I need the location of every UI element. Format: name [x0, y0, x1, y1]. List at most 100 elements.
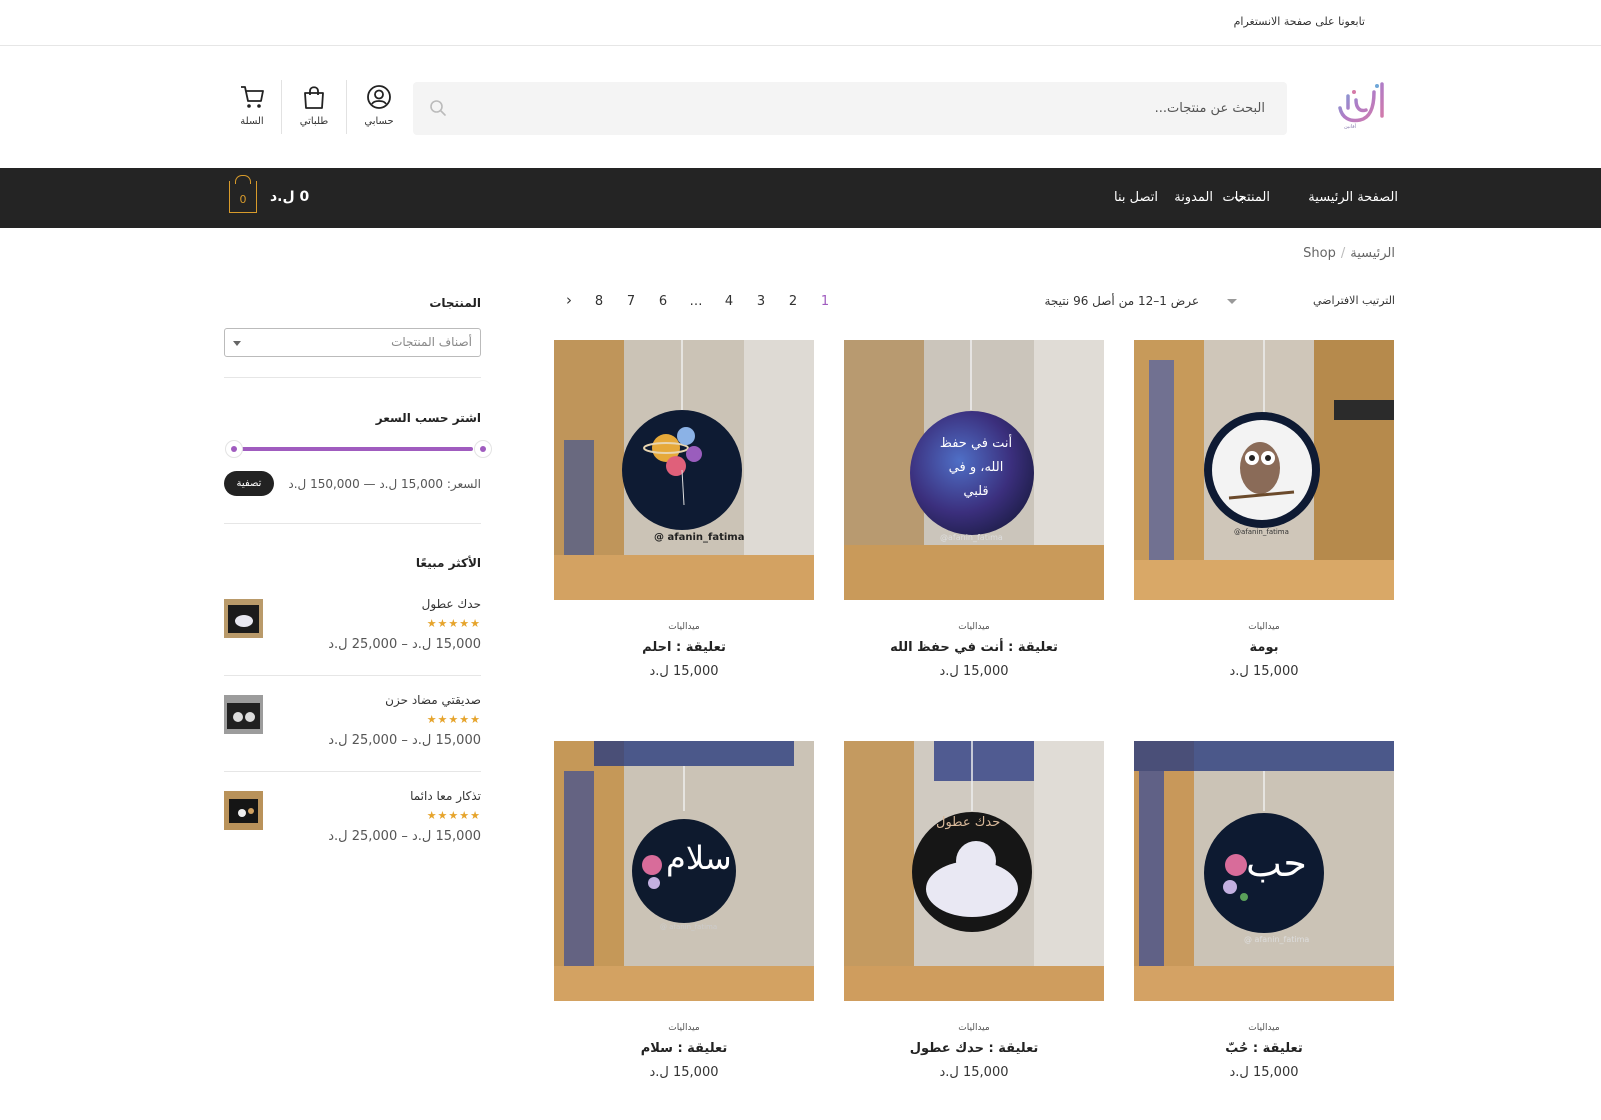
orders-button[interactable]: طلباتي: [289, 84, 339, 127]
search-input[interactable]: [485, 82, 1265, 135]
bestseller-thumbnail[interactable]: [224, 695, 263, 734]
star-rating-icon: ★★★★★: [426, 713, 481, 726]
user-circle-icon: [367, 85, 391, 109]
product-category[interactable]: ميداليات: [1134, 1023, 1394, 1033]
page-link-4[interactable]: 4: [719, 294, 739, 309]
product-title[interactable]: بومة: [1134, 640, 1394, 655]
product-category[interactable]: ميداليات: [844, 1023, 1104, 1033]
page-link-8[interactable]: 8: [589, 294, 609, 309]
page-link-6[interactable]: 6: [653, 294, 673, 309]
product-category[interactable]: ميداليات: [1134, 622, 1394, 632]
header-divider: [281, 80, 282, 134]
product-image[interactable]: سلام @ afanin_fatima: [554, 741, 814, 1001]
categories-widget-title: المنتجات: [429, 296, 481, 310]
breadcrumb-home[interactable]: الرئيسية: [1350, 246, 1395, 261]
image-art-text: أنت في حفظ الله، و في قلبي: [939, 436, 1013, 499]
instagram-follow-link[interactable]: تابعونا على صفحة الانستغرام: [1234, 15, 1365, 28]
sort-select[interactable]: الترتيب الافتراضي: [1313, 294, 1395, 307]
image-watermark: @ afanin_fatima: [654, 532, 745, 543]
bestseller-name[interactable]: صديقتي مضاد حزن: [385, 693, 481, 707]
next-page-icon[interactable]: ›: [559, 291, 579, 309]
product-title[interactable]: تعليقة : أنت في حفظ الله: [844, 640, 1104, 655]
nav-cart-total[interactable]: 0 ل.د: [270, 189, 309, 205]
page-link-1[interactable]: 1: [815, 294, 835, 309]
nav-item-products[interactable]: المنتجات: [1222, 190, 1270, 205]
price-slider-range[interactable]: [240, 447, 473, 451]
nav-item-home[interactable]: الصفحة الرئيسية: [1308, 190, 1398, 205]
account-button[interactable]: حسابي: [354, 84, 404, 127]
filter-button[interactable]: تصفية: [224, 471, 274, 496]
breadcrumb: الرئيسية / Shop: [1303, 246, 1395, 261]
product-title[interactable]: تعليقة : حُبّ: [1134, 1041, 1394, 1056]
site-logo[interactable]: أفانين: [1330, 78, 1392, 136]
price-slider-min-handle[interactable]: [225, 440, 243, 458]
product-card[interactable]: @afanin_fatima ميداليات بومة 15,000 ل.د: [1134, 340, 1394, 679]
header-cart-button[interactable]: السلة: [227, 84, 277, 127]
select-arrow-icon: [233, 341, 241, 346]
bestseller-name[interactable]: حدك عطول: [422, 597, 481, 611]
cart-label: السلة: [240, 116, 264, 127]
star-rating-icon: ★★★★★: [426, 809, 481, 822]
product-price: 15,000 ل.د: [1229, 664, 1299, 679]
bestseller-name[interactable]: تذكار معا دائما: [410, 789, 481, 803]
product-title[interactable]: تعليقة : حدك عطول: [844, 1041, 1104, 1056]
breadcrumb-current: Shop: [1303, 246, 1336, 261]
product-price: 15,000 ل.د: [649, 664, 719, 679]
product-price: 15,000 ل.د: [649, 1065, 719, 1080]
page-link-3[interactable]: 3: [751, 294, 771, 309]
product-card[interactable]: حب @ afanin_fatima ميداليات تعليقة : حُب…: [1134, 741, 1394, 1080]
nav-item-contact[interactable]: اتصل بنا: [1114, 190, 1158, 205]
product-price: 15,000 ل.د: [939, 1065, 1009, 1080]
product-category[interactable]: ميداليات: [554, 622, 814, 632]
image-art-text: حب: [1246, 841, 1307, 885]
price-filter-title: اشتر حسب السعر: [375, 411, 481, 425]
sort-dropdown-arrow-icon[interactable]: [1227, 299, 1237, 304]
list-divider: [224, 675, 481, 676]
product-card[interactable]: @ afanin_fatima ميداليات تعليقة : احلم 1…: [554, 340, 814, 679]
chevron-down-icon[interactable]: [1234, 196, 1244, 202]
product-image[interactable]: @ afanin_fatima: [554, 340, 814, 600]
image-watermark: @ afanin_fatima: [1244, 935, 1310, 944]
widget-divider: [224, 523, 481, 524]
result-count: عرض 1–12 من أصل 96 نتيجة: [1044, 294, 1199, 308]
product-card[interactable]: أنت في حفظ الله، و في قلبي @afanin_fatim…: [844, 340, 1104, 679]
product-image[interactable]: حب @ afanin_fatima: [1134, 741, 1394, 1001]
list-divider: [224, 771, 481, 772]
image-watermark: @afanin_fatima: [1234, 528, 1289, 536]
search-icon[interactable]: [429, 99, 447, 117]
bestseller-price: 15,000 ل.د – 25,000 ل.د: [328, 733, 481, 748]
bestseller-thumbnail[interactable]: [224, 791, 263, 830]
shopping-bag-icon: [304, 86, 324, 109]
page-link-2[interactable]: 2: [783, 294, 803, 309]
product-price: 15,000 ل.د: [939, 664, 1009, 679]
product-image[interactable]: @afanin_fatima: [1134, 340, 1394, 600]
product-categories-select[interactable]: أصناف المنتجات: [224, 328, 481, 357]
page-link-7[interactable]: 7: [621, 294, 641, 309]
product-image[interactable]: حدك عطول: [844, 741, 1104, 1001]
breadcrumb-separator: /: [1340, 246, 1346, 261]
product-image[interactable]: أنت في حفظ الله، و في قلبي @afanin_fatim…: [844, 340, 1104, 600]
image-art-text: حدك عطول: [936, 815, 1001, 830]
cart-icon: [241, 86, 264, 108]
product-category[interactable]: ميداليات: [554, 1023, 814, 1033]
product-title[interactable]: تعليقة : احلم: [554, 640, 814, 655]
price-slider-max-handle[interactable]: [474, 440, 492, 458]
header-divider: [346, 80, 347, 134]
nav-item-blog[interactable]: المدونة: [1174, 190, 1213, 205]
bestseller-thumbnail[interactable]: [224, 599, 263, 638]
product-card[interactable]: حدك عطول ميداليات تعليقة : حدك عطول 15,0…: [844, 741, 1104, 1080]
logo-icon: [1338, 82, 1384, 123]
logo-wordmark: أفانين: [1344, 124, 1357, 130]
image-art-text: سلام: [666, 839, 732, 877]
search-bar: [413, 82, 1287, 135]
nav-cart-icon[interactable]: 0: [229, 175, 257, 213]
orders-label: طلباتي: [299, 116, 329, 127]
product-price: 15,000 ل.د: [1229, 1065, 1299, 1080]
image-watermark: @ afanin_fatima: [660, 923, 718, 931]
categories-select-value: أصناف المنتجات: [391, 335, 472, 349]
price-range-text: السعر: 15,000 ل.د — 150,000 ل.د: [288, 477, 481, 491]
product-category[interactable]: ميداليات: [844, 622, 1104, 632]
product-title[interactable]: تعليقة : سلام: [554, 1041, 814, 1056]
star-rating-icon: ★★★★★: [426, 617, 481, 630]
product-card[interactable]: سلام @ afanin_fatima ميداليات تعليقة : س…: [554, 741, 814, 1080]
